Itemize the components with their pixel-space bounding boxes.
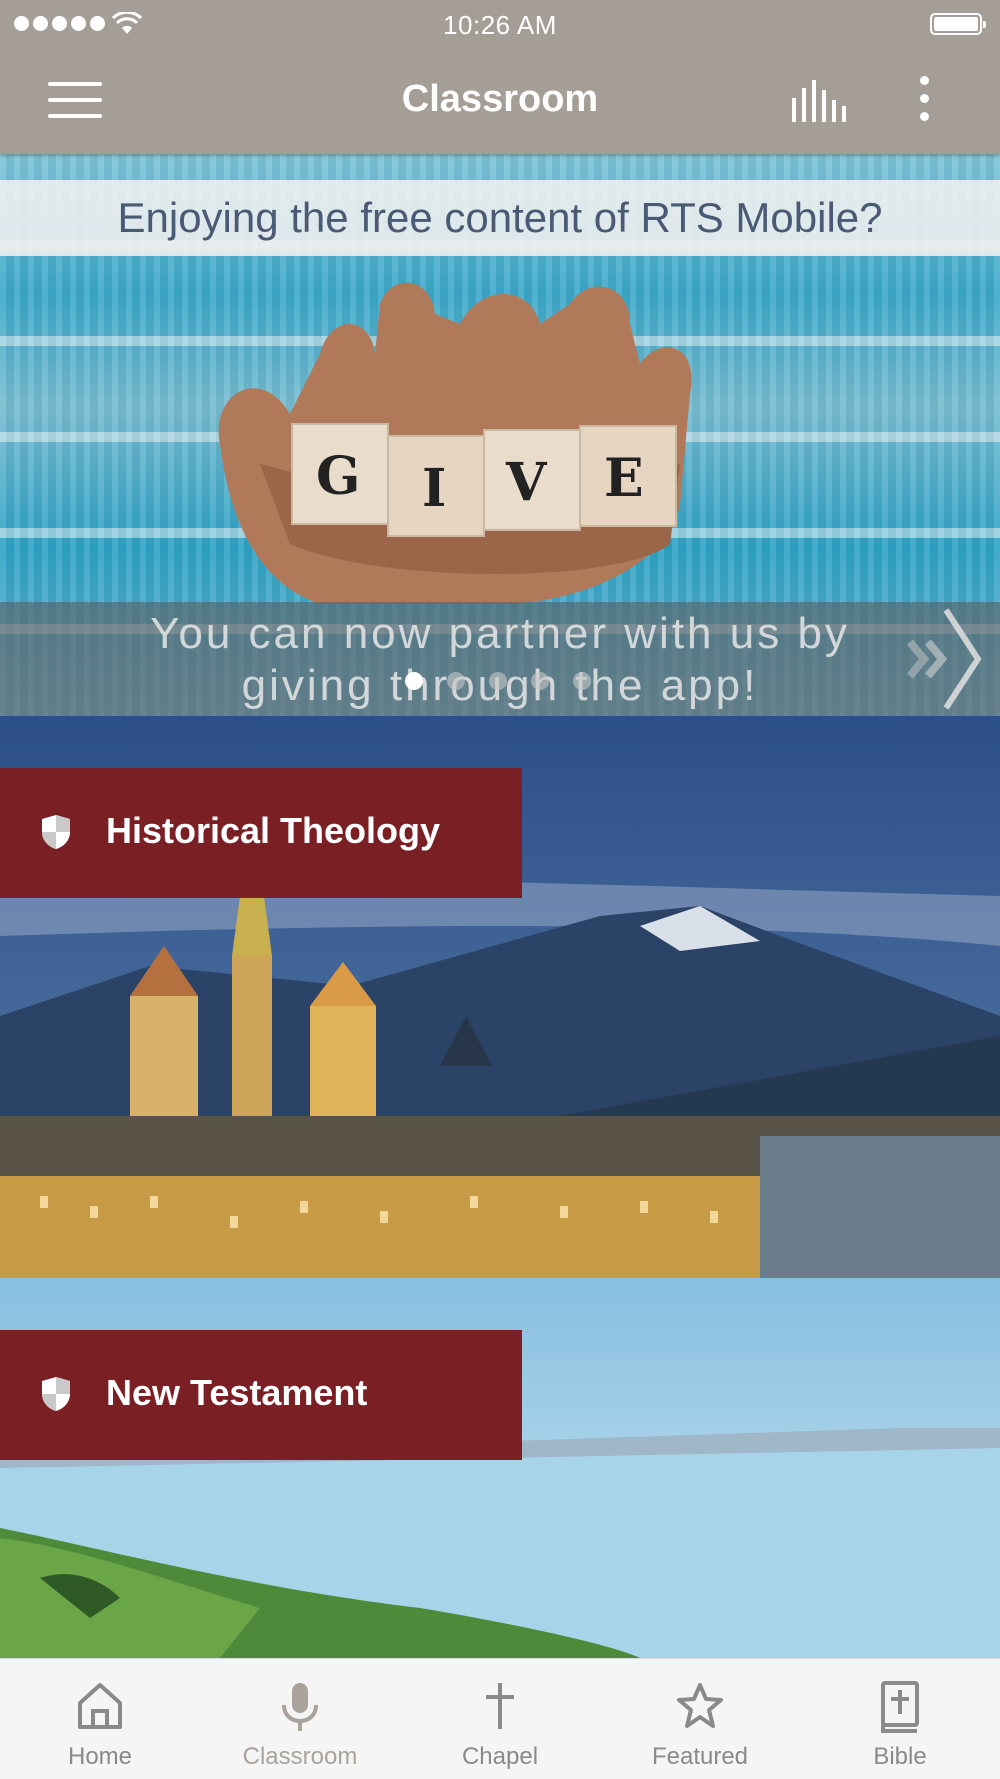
tab-home[interactable]: Home bbox=[0, 1659, 200, 1779]
svg-text:I: I bbox=[422, 458, 446, 519]
bar-chart-icon[interactable] bbox=[790, 80, 846, 122]
status-bar: 10:26 AM bbox=[0, 0, 1000, 50]
banner-bottom-line-1: You can now partner with us by bbox=[150, 609, 850, 658]
status-time: 10:26 AM bbox=[443, 10, 557, 40]
course-title: Historical Theology bbox=[106, 810, 441, 851]
home-icon bbox=[78, 1683, 122, 1729]
carousel-dot[interactable] bbox=[531, 672, 549, 690]
course-label-banner: Historical Theology bbox=[0, 768, 522, 898]
banner-bottom-text: You can now partner with us by giving th… bbox=[0, 602, 1000, 716]
tab-label: Featured bbox=[651, 1743, 749, 1770]
battery-icon bbox=[930, 13, 986, 35]
tab-featured[interactable]: Featured bbox=[600, 1659, 800, 1779]
page-title: Classroom bbox=[401, 78, 599, 120]
tab-classroom[interactable]: Classroom bbox=[200, 1659, 400, 1779]
tab-label: Classroom bbox=[242, 1743, 358, 1770]
carousel-pagination bbox=[405, 672, 591, 690]
svg-text:G: G bbox=[316, 446, 360, 507]
course-card-new-testament[interactable]: New Testament bbox=[0, 1278, 1000, 1658]
tab-label: Home bbox=[67, 1743, 133, 1770]
course-title: New Testament bbox=[106, 1372, 368, 1413]
carousel-dot[interactable] bbox=[489, 672, 507, 690]
svg-text:V: V bbox=[505, 452, 548, 513]
microphone-icon bbox=[282, 1683, 318, 1731]
give-banner-carousel[interactable]: Enjoying the free content of RTS Mobile?… bbox=[0, 154, 1000, 716]
carousel-dot[interactable] bbox=[573, 672, 591, 690]
bottom-tab-bar: Home Classroom Chapel Featured Bible bbox=[0, 1658, 1000, 1779]
course-label-banner: New Testament bbox=[0, 1330, 522, 1460]
chevron-right-icon[interactable] bbox=[900, 602, 990, 716]
shield-icon bbox=[42, 815, 70, 849]
star-icon bbox=[677, 1683, 723, 1728]
tab-chapel[interactable]: Chapel bbox=[400, 1659, 600, 1779]
tab-bible[interactable]: Bible bbox=[800, 1659, 1000, 1779]
svg-text:E: E bbox=[604, 448, 644, 509]
carousel-dot-active[interactable] bbox=[405, 672, 423, 690]
shield-icon bbox=[42, 1377, 70, 1411]
vertical-ellipsis-icon[interactable] bbox=[914, 76, 934, 128]
carousel-dot[interactable] bbox=[447, 672, 465, 690]
course-card-historical-theology[interactable]: Historical Theology bbox=[0, 716, 1000, 1278]
hands-holding-blocks-image: G I V E bbox=[218, 282, 692, 604]
app-header: Classroom bbox=[0, 50, 1000, 154]
tab-label: Chapel bbox=[461, 1743, 539, 1770]
bible-icon bbox=[881, 1681, 919, 1733]
tab-label: Bible bbox=[873, 1743, 927, 1770]
cross-icon bbox=[486, 1683, 514, 1729]
